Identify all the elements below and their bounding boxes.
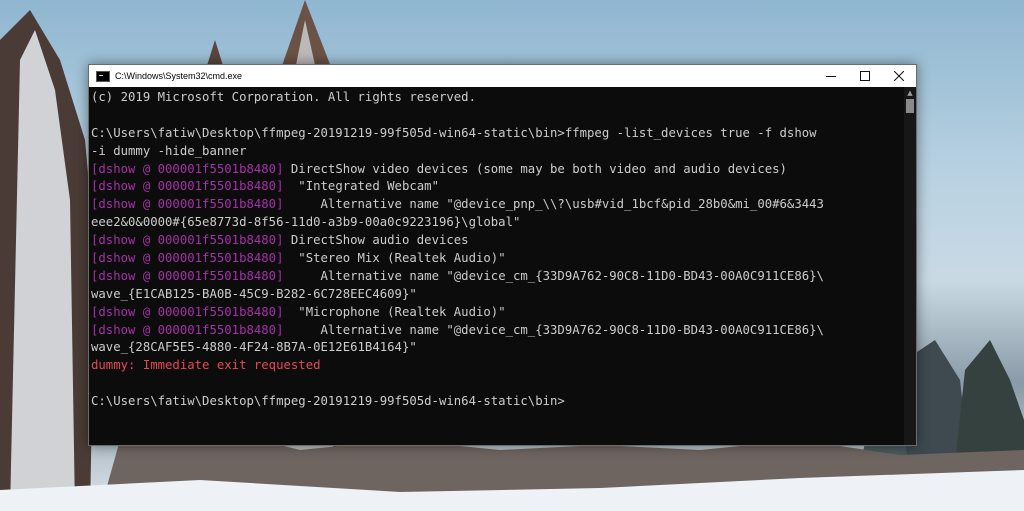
title-bar[interactable]: C:\Windows\System32\cmd.exe — [89, 65, 916, 87]
vertical-scrollbar[interactable]: ▲ — [904, 87, 916, 445]
console-text: DirectShow audio devices — [283, 233, 469, 248]
log-prefix: [dshow @ 000001f5501b8480] — [91, 304, 284, 319]
console-text: -i dummy -hide_banner — [91, 143, 247, 158]
console-text: eee2&0&0000#{65e8773d-8f56-11d0-a3b9-00a… — [91, 215, 521, 230]
console-line: [dshow @ 000001f5501b8480] "Integrated W… — [91, 178, 904, 196]
close-button[interactable] — [882, 65, 916, 87]
cmd-app-icon[interactable] — [96, 70, 110, 82]
maximize-icon — [860, 71, 870, 81]
log-prefix: [dshow @ 000001f5501b8480] — [91, 233, 284, 248]
cmd-window[interactable]: C:\Windows\System32\cmd.exe (c) 2019 Mic… — [88, 64, 917, 446]
console-line: C:\Users\fatiw\Desktop\ffmpeg-20191219-9… — [91, 393, 904, 411]
console-text: "Stereo Mix (Realtek Audio)" — [283, 251, 506, 266]
minimize-button[interactable] — [814, 65, 848, 87]
console-line: [dshow @ 000001f5501b8480] Alternative n… — [91, 322, 904, 340]
console-line: (c) 2019 Microsoft Corporation. All righ… — [91, 89, 904, 107]
log-prefix: [dshow @ 000001f5501b8480] — [91, 179, 284, 194]
console-line: -i dummy -hide_banner — [91, 143, 904, 161]
console-text: (c) 2019 Microsoft Corporation. All righ… — [91, 90, 476, 104]
console-line: wave_{E1CAB125-BA0B-45C9-B282-6C728EEC46… — [91, 286, 904, 304]
log-prefix: [dshow @ 000001f5501b8480] — [91, 251, 284, 266]
console-text: "Microphone (Realtek Audio)" — [283, 304, 506, 319]
console-text: Alternative name "@device_cm_{33D9A762-9… — [283, 322, 824, 337]
console-line: eee2&0&0000#{65e8773d-8f56-11d0-a3b9-00a… — [91, 214, 904, 232]
console-line: dummy: Immediate exit requested — [91, 357, 904, 375]
console-text: wave_{28CAF5E5-4880-4F24-8B7A-0E12E61B41… — [91, 340, 417, 355]
console-line: wave_{28CAF5E5-4880-4F24-8B7A-0E12E61B41… — [91, 339, 904, 357]
minimize-icon — [826, 76, 836, 77]
console-text: C:\Users\fatiw\Desktop\ffmpeg-20191219-9… — [91, 125, 817, 140]
console-line: [dshow @ 000001f5501b8480] Alternative n… — [91, 196, 904, 214]
console-line: [dshow @ 000001f5501b8480] Alternative n… — [91, 268, 904, 286]
console-text: wave_{E1CAB125-BA0B-45C9-B282-6C728EEC46… — [91, 286, 417, 301]
window-title: C:\Windows\System32\cmd.exe — [115, 71, 243, 81]
console-text: Alternative name "@device_cm_{33D9A762-9… — [283, 268, 824, 283]
log-prefix: [dshow @ 000001f5501b8480] — [91, 322, 284, 337]
scroll-thumb[interactable] — [906, 99, 914, 113]
error-text: dummy: Immediate exit requested — [91, 358, 321, 373]
console-text: Alternative name "@device_pnp_\\?\usb#vi… — [283, 197, 824, 212]
console-text: DirectShow video devices (some may be bo… — [283, 161, 787, 176]
window-controls — [814, 65, 916, 87]
maximize-button[interactable] — [848, 65, 882, 87]
console-text: "Integrated Webcam" — [283, 179, 439, 194]
console-line: [dshow @ 000001f5501b8480] "Stereo Mix (… — [91, 250, 904, 268]
console-line: C:\Users\fatiw\Desktop\ffmpeg-20191219-9… — [91, 125, 904, 143]
console-line: [dshow @ 000001f5501b8480] "Microphone (… — [91, 304, 904, 322]
close-icon — [894, 71, 904, 81]
log-prefix: [dshow @ 000001f5501b8480] — [91, 197, 284, 212]
scroll-up-arrow-icon[interactable]: ▲ — [904, 87, 916, 99]
console-line: [dshow @ 000001f5501b8480] DirectShow vi… — [91, 161, 904, 179]
log-prefix: [dshow @ 000001f5501b8480] — [91, 268, 284, 283]
log-prefix: [dshow @ 000001f5501b8480] — [91, 161, 284, 176]
console-text: C:\Users\fatiw\Desktop\ffmpeg-20191219-9… — [91, 394, 565, 409]
console-line: [dshow @ 000001f5501b8480] DirectShow au… — [91, 232, 904, 250]
console-output[interactable]: (c) 2019 Microsoft Corporation. All righ… — [91, 87, 904, 445]
